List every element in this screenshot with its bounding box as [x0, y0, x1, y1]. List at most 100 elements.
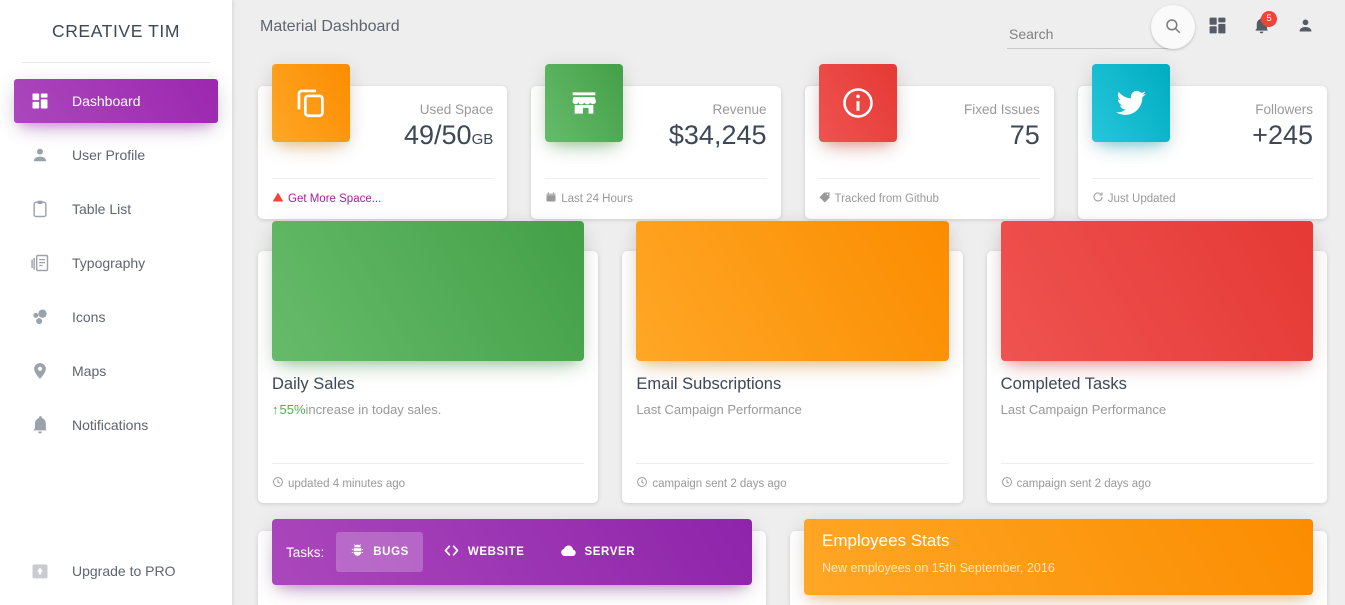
stat-card-revenue: Revenue $34,245 Last 24 Hours [531, 64, 781, 219]
sidebar-item-label: Icons [72, 309, 106, 325]
employees-stats-card: Employees Stats New employees on 15th Se… [790, 519, 1327, 605]
chart-title: Daily Sales [272, 375, 355, 393]
page-title: Material Dashboard [260, 18, 400, 35]
employees-stats-title: Employees Stats [822, 531, 950, 550]
sidebar-item-dashboard[interactable]: Dashboard [14, 79, 218, 123]
account-button[interactable] [1283, 5, 1327, 49]
search-input[interactable] [1007, 22, 1169, 49]
sidebar-item-typography[interactable]: Typography [14, 241, 218, 285]
info-outline-icon [818, 64, 897, 142]
clock-icon [636, 476, 652, 491]
grid-dashboard-icon [1208, 16, 1227, 38]
stat-card-footer: Last 24 Hours [545, 178, 767, 218]
dashboard-app: CREATIVE TIM Dashboard User Profile Tabl [0, 0, 1345, 605]
chart-subtitle-text: increase in today sales. [305, 402, 442, 417]
get-more-space-link[interactable]: Get More Space... [288, 193, 381, 205]
sidebar-item-table-list[interactable]: Table List [14, 187, 218, 231]
location-pin-icon [30, 359, 58, 383]
dashboard-grid-button[interactable] [1195, 5, 1239, 49]
stat-card-footer: Get More Space... [272, 178, 494, 218]
unarchive-icon [30, 559, 58, 583]
bug-icon [350, 543, 373, 561]
chart-footer: campaign sent 2 days ago [1000, 463, 1313, 503]
tab-label: WEBSITE [467, 546, 525, 558]
stat-value: $34,245 [668, 120, 767, 150]
sidebar-item-upgrade-to-pro[interactable]: Upgrade to PRO [14, 549, 218, 593]
chart-card-email-subscriptions: Email Subscriptions Last Campaign Perfor… [622, 221, 963, 503]
main-area: Material Dashboard Search 5 Used Space 4… [232, 0, 1345, 605]
stat-label: Revenue [712, 102, 767, 117]
bell-icon [30, 413, 58, 437]
cloud-icon [559, 542, 585, 563]
tasks-label: Tasks: [286, 544, 325, 560]
notifications-button[interactable]: 5 [1239, 5, 1283, 49]
email-subscriptions-chart[interactable] [636, 221, 949, 361]
stat-value: +245 [1252, 120, 1313, 150]
stat-footer-text: Just Updated [1107, 192, 1176, 205]
sidebar: CREATIVE TIM Dashboard User Profile Tabl [0, 0, 232, 605]
sidebar-item-maps[interactable]: Maps [14, 349, 218, 393]
search-container [1007, 5, 1195, 49]
content-copy-icon [272, 64, 350, 142]
stat-card-values: Fixed Issues 75 [964, 86, 1040, 151]
employees-stats-header: Employees Stats New employees on 15th Se… [804, 519, 1313, 595]
tab-website[interactable]: WEBSITE [429, 532, 539, 572]
chart-card-daily-sales: Daily Sales ↑ 55% increase in today sales.… [258, 221, 599, 503]
warning-icon [272, 191, 288, 206]
chart-card-completed-tasks: Completed Tasks Last Campaign Performanc… [986, 221, 1327, 503]
stat-label: Fixed Issues [963, 102, 1040, 117]
bubble-chart-icon [30, 305, 58, 329]
brand-logo[interactable]: CREATIVE TIM [0, 0, 232, 62]
update-icon [1092, 191, 1108, 206]
stat-card-header: Followers +245 [1091, 64, 1313, 178]
tab-server[interactable]: SERVER [545, 532, 650, 572]
chart-footer-text: updated 4 minutes ago [288, 477, 406, 490]
chart-footer-text: campaign sent 2 days ago [1016, 477, 1151, 490]
stat-value: 75 [1009, 120, 1040, 150]
store-icon [545, 64, 624, 142]
tasks-card: Tasks: BUGS WEBSITE SERVER [258, 519, 766, 605]
library-books-icon [30, 251, 58, 275]
stat-label: Followers [1255, 102, 1313, 117]
stat-card-header: Revenue $34,245 [545, 64, 767, 178]
chart-footer-text: campaign sent 2 days ago [652, 477, 787, 490]
tag-icon [819, 191, 835, 206]
twitter-icon [1091, 64, 1170, 142]
sidebar-item-notifications[interactable]: Notifications [14, 403, 218, 447]
chart-subtitle: Last Campaign Performance [1001, 402, 1313, 417]
search-icon [1164, 17, 1182, 38]
stats-row: Used Space 49/50GB Get More Space... Rev… [258, 64, 1327, 219]
sidebar-nav: Dashboard User Profile Table List Typogr… [0, 79, 232, 593]
stat-unit: GB [471, 131, 494, 148]
tab-label: BUGS [373, 546, 409, 558]
sidebar-item-label: Notifications [72, 417, 149, 433]
stat-card-footer: Tracked from Github [818, 178, 1040, 218]
employees-stats-subtitle: New employees on 15th September, 2016 [822, 561, 1055, 575]
stat-footer-text: Tracked from Github [834, 192, 939, 205]
dashboard-icon [30, 89, 58, 113]
sidebar-item-label: Table List [72, 201, 132, 217]
chart-subtitle-text: Last Campaign Performance [1000, 402, 1167, 417]
stat-card-used-space: Used Space 49/50GB Get More Space... [258, 64, 508, 219]
chart-percent: 55% [279, 402, 306, 417]
person-icon [1296, 16, 1315, 38]
daily-sales-chart[interactable] [272, 221, 585, 361]
sidebar-item-icons[interactable]: Icons [14, 295, 218, 339]
chart-footer: campaign sent 2 days ago [636, 463, 949, 503]
tab-bugs[interactable]: BUGS [336, 532, 423, 572]
clock-icon [272, 476, 288, 491]
sidebar-item-label: Upgrade to PRO [72, 563, 176, 579]
tab-label: SERVER [584, 546, 636, 558]
bottom-row: Tasks: BUGS WEBSITE SERVER Employees Sta… [258, 519, 1327, 605]
chart-title: Email Subscriptions [636, 375, 782, 393]
stat-card-fixed-issues: Fixed Issues 75 Tracked from Github [804, 64, 1054, 219]
stat-card-values: Revenue $34,245 [669, 86, 767, 151]
stat-card-values: Used Space 49/50GB [404, 86, 493, 151]
stat-card-header: Fixed Issues 75 [818, 64, 1040, 178]
sidebar-item-label: Typography [72, 255, 146, 271]
search-button[interactable] [1151, 5, 1195, 49]
stat-label: Used Space [419, 102, 494, 117]
completed-tasks-chart[interactable] [1000, 221, 1313, 361]
sidebar-item-user-profile[interactable]: User Profile [14, 133, 218, 177]
